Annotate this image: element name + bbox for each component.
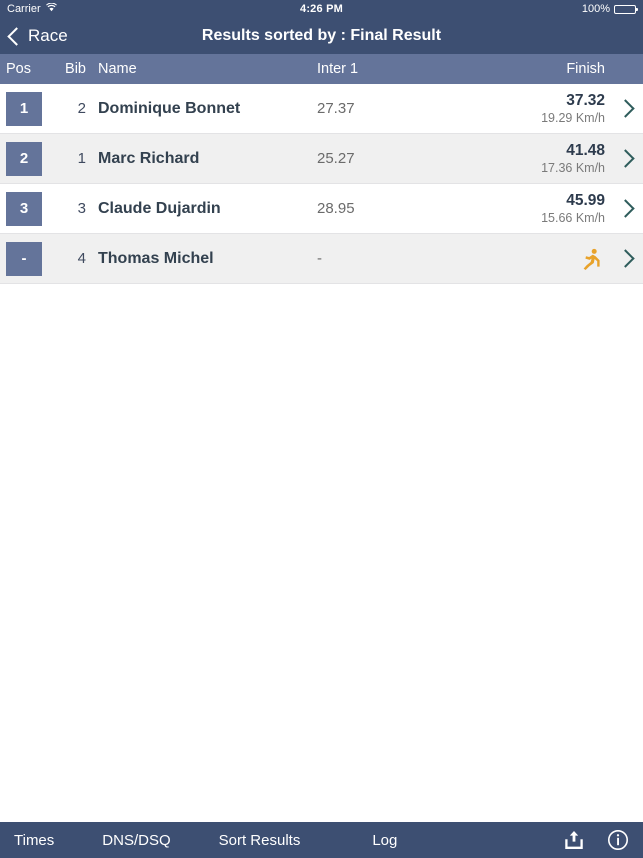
row-disclosure[interactable] — [611, 199, 643, 218]
battery-full-icon — [614, 4, 638, 14]
finish-time: 37.32 — [566, 92, 605, 109]
log-button[interactable]: Log — [372, 832, 397, 849]
cell-finish — [481, 248, 611, 270]
cell-bib: 4 — [77, 250, 86, 267]
position-badge: 3 — [6, 191, 42, 226]
share-upload-icon[interactable] — [563, 829, 585, 851]
battery-percent-label: 100% — [581, 3, 610, 15]
bottom-toolbar: Times DNS/DSQ Sort Results Log — [0, 822, 643, 858]
chevron-left-icon — [7, 26, 26, 46]
finish-speed: 19.29 Km/h — [541, 111, 605, 125]
table-row[interactable]: - 4 Thomas Michel - — [0, 234, 643, 284]
screen-container: Carrier 4:26 PM 100% Race Results sorted… — [0, 0, 643, 822]
cell-position: 3 — [0, 191, 46, 226]
finish-time: 41.48 — [566, 142, 605, 159]
column-header-pos: Pos — [6, 61, 31, 77]
column-header-bib: Bib — [65, 61, 86, 77]
finish-speed: 17.36 Km/h — [541, 161, 605, 175]
table-row[interactable]: 2 1 Marc Richard 25.27 41.48 17.36 Km/h — [0, 134, 643, 184]
cell-name: Thomas Michel — [98, 249, 214, 267]
sort-results-button[interactable]: Sort Results — [219, 832, 301, 849]
column-header-inter1: Inter 1 — [317, 61, 359, 77]
dns-dsq-button[interactable]: DNS/DSQ — [102, 832, 170, 849]
chevron-right-icon — [616, 99, 635, 118]
cell-position: 1 — [0, 91, 46, 126]
runner-icon — [581, 248, 601, 270]
cell-position: - — [0, 241, 46, 276]
chevron-right-icon — [616, 149, 635, 168]
finish-time: 45.99 — [566, 192, 605, 209]
info-circle-icon[interactable] — [607, 829, 629, 851]
cell-position: 2 — [0, 141, 46, 176]
row-disclosure[interactable] — [611, 149, 643, 168]
position-badge: 1 — [6, 91, 42, 126]
column-header-finish: Finish — [566, 61, 605, 77]
cell-bib: 1 — [77, 150, 86, 167]
cell-name: Marc Richard — [98, 149, 200, 167]
finish-speed: 15.66 Km/h — [541, 211, 605, 225]
results-list: 1 2 Dominique Bonnet 27.37 37.32 19.29 K… — [0, 84, 643, 284]
page-title: Results sorted by : Final Result — [201, 27, 442, 44]
chevron-right-icon — [616, 199, 635, 218]
status-bar-time: 4:26 PM — [300, 3, 343, 15]
chevron-right-icon — [616, 249, 635, 268]
back-button[interactable]: Race — [7, 26, 68, 46]
cell-name: Claude Dujardin — [98, 199, 221, 217]
cell-finish: 37.32 19.29 Km/h — [481, 91, 611, 126]
table-row[interactable]: 1 2 Dominique Bonnet 27.37 37.32 19.29 K… — [0, 84, 643, 134]
cell-finish: 41.48 17.36 Km/h — [481, 141, 611, 176]
nav-bar: Race Results sorted by : Final Result — [0, 18, 643, 54]
cell-bib: 3 — [77, 200, 86, 217]
table-header: Pos Bib Name Inter 1 Finish — [0, 54, 643, 84]
cell-inter1: 27.37 — [317, 100, 355, 117]
row-disclosure[interactable] — [611, 249, 643, 268]
cell-inter1: - — [317, 250, 322, 267]
cell-inter1: 28.95 — [317, 200, 355, 217]
position-badge: - — [6, 241, 42, 276]
table-row[interactable]: 3 3 Claude Dujardin 28.95 45.99 15.66 Km… — [0, 184, 643, 234]
column-header-name: Name — [98, 61, 137, 77]
empty-list-area — [0, 284, 643, 822]
times-button[interactable]: Times — [14, 832, 54, 849]
cell-name: Dominique Bonnet — [98, 99, 241, 117]
status-bar-right: 100% — [581, 3, 638, 15]
cell-finish: 45.99 15.66 Km/h — [481, 191, 611, 226]
position-badge: 2 — [6, 141, 42, 176]
cell-inter1: 25.27 — [317, 150, 355, 167]
cell-bib: 2 — [77, 100, 86, 117]
status-bar: Carrier 4:26 PM 100% — [0, 0, 643, 18]
back-button-label: Race — [28, 26, 68, 45]
row-disclosure[interactable] — [611, 99, 643, 118]
